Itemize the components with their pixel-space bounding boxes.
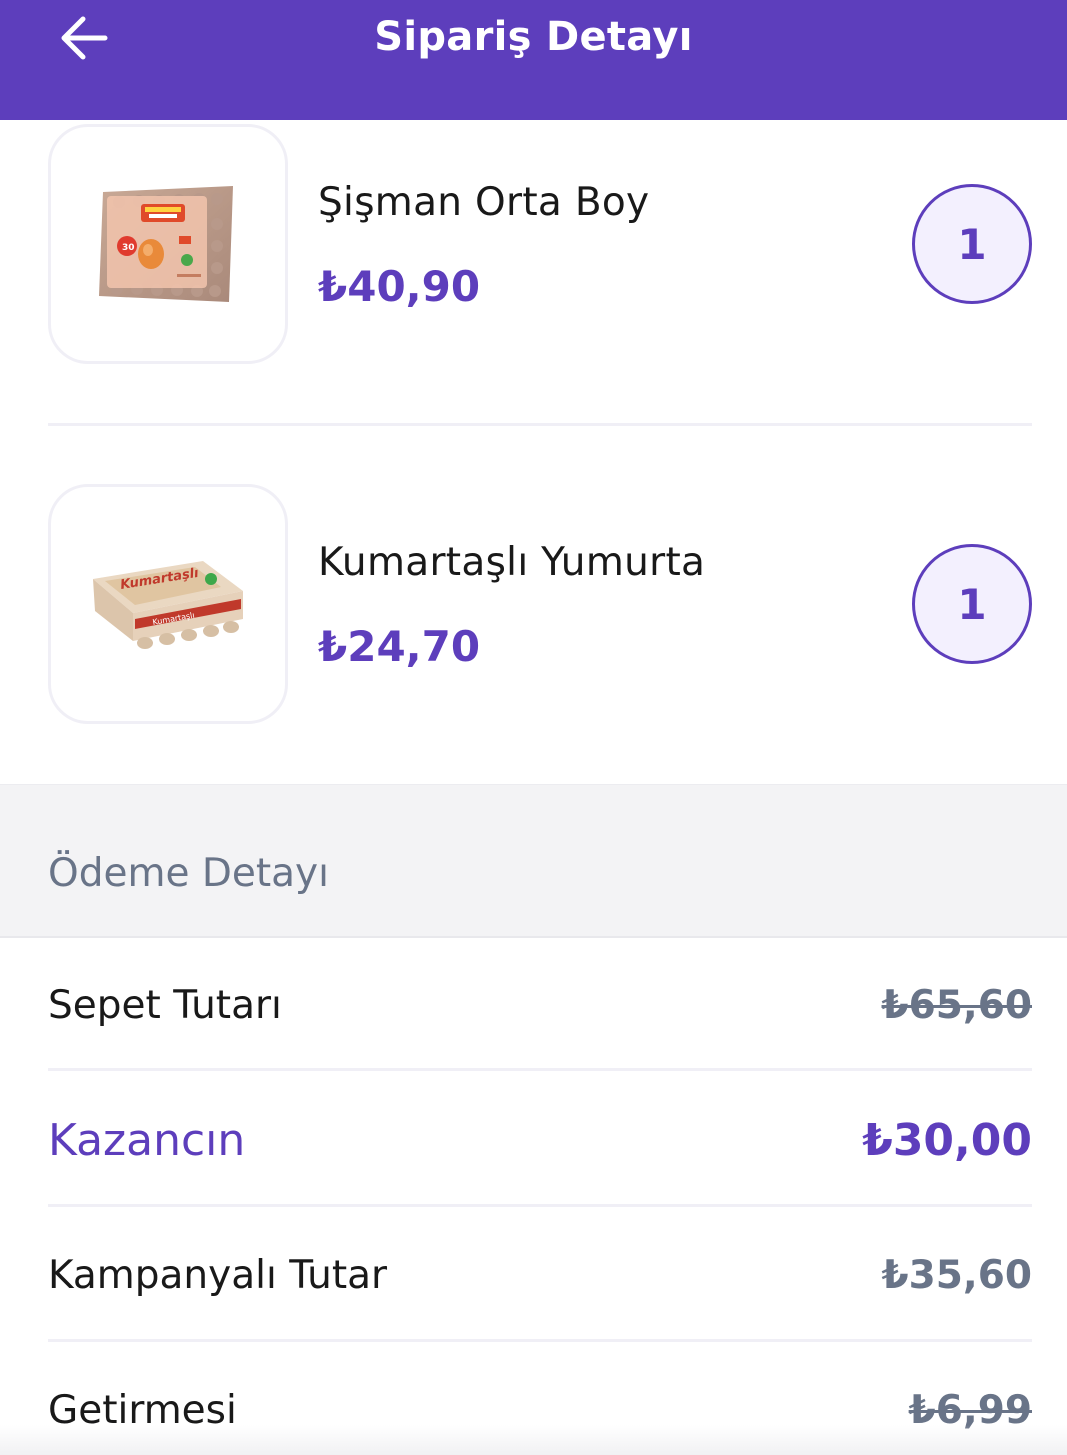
product-image: Kumartaşlı Kumartaşlı [48,484,288,724]
product-name: Şişman Orta Boy [318,180,650,225]
egg-tray-30-image: 30 [99,186,233,302]
summary-row-basket-total: Sepet Tutarı ₺65,60 [48,938,1032,1073]
product-price: ₺40,90 [318,262,481,311]
row-value: ₺30,00 [862,1115,1032,1166]
summary-row-campaign-total: Kampanyalı Tutar ₺35,60 [48,1208,1032,1343]
product-price: ₺24,70 [318,622,481,671]
item-divider [48,423,1032,426]
row-value: ₺35,60 [881,1253,1033,1298]
quantity-badge: 1 [912,544,1032,664]
payment-section-header: Ödeme Detayı [0,784,1067,938]
svg-text:30: 30 [122,243,135,253]
order-item[interactable]: 30 Şişman Orta Boy ₺40,90 1 [48,124,1032,364]
arrow-left-icon [61,16,108,60]
summary-row-savings: Kazancın ₺30,00 [48,1073,1032,1208]
back-button[interactable] [52,6,116,70]
row-divider [48,1339,1032,1342]
page-title: Sipariş Detayı [374,14,693,60]
order-detail-screen: Sipariş Detayı 30 Şişman Orta Boy ₺40,90… [0,0,1067,1455]
order-item[interactable]: Kumartaşlı Kumartaşlı Kumartaşlı Yumurta… [48,484,1032,724]
bottom-sheet-shadow [0,1425,1067,1455]
row-label: Kampanyalı Tutar [48,1253,388,1298]
app-header: Sipariş Detayı [0,0,1067,120]
product-name: Kumartaşlı Yumurta [318,540,706,585]
row-value: ₺65,60 [881,983,1033,1028]
section-title: Ödeme Detayı [48,851,329,896]
row-divider [48,1204,1032,1207]
product-image: 30 [48,124,288,364]
egg-carton-15-image: Kumartaşlı Kumartaşlı [93,561,243,649]
row-label: Sepet Tutarı [48,983,282,1028]
row-label: Kazancın [48,1115,246,1166]
row-divider [48,1068,1032,1071]
quantity-badge: 1 [912,184,1032,304]
